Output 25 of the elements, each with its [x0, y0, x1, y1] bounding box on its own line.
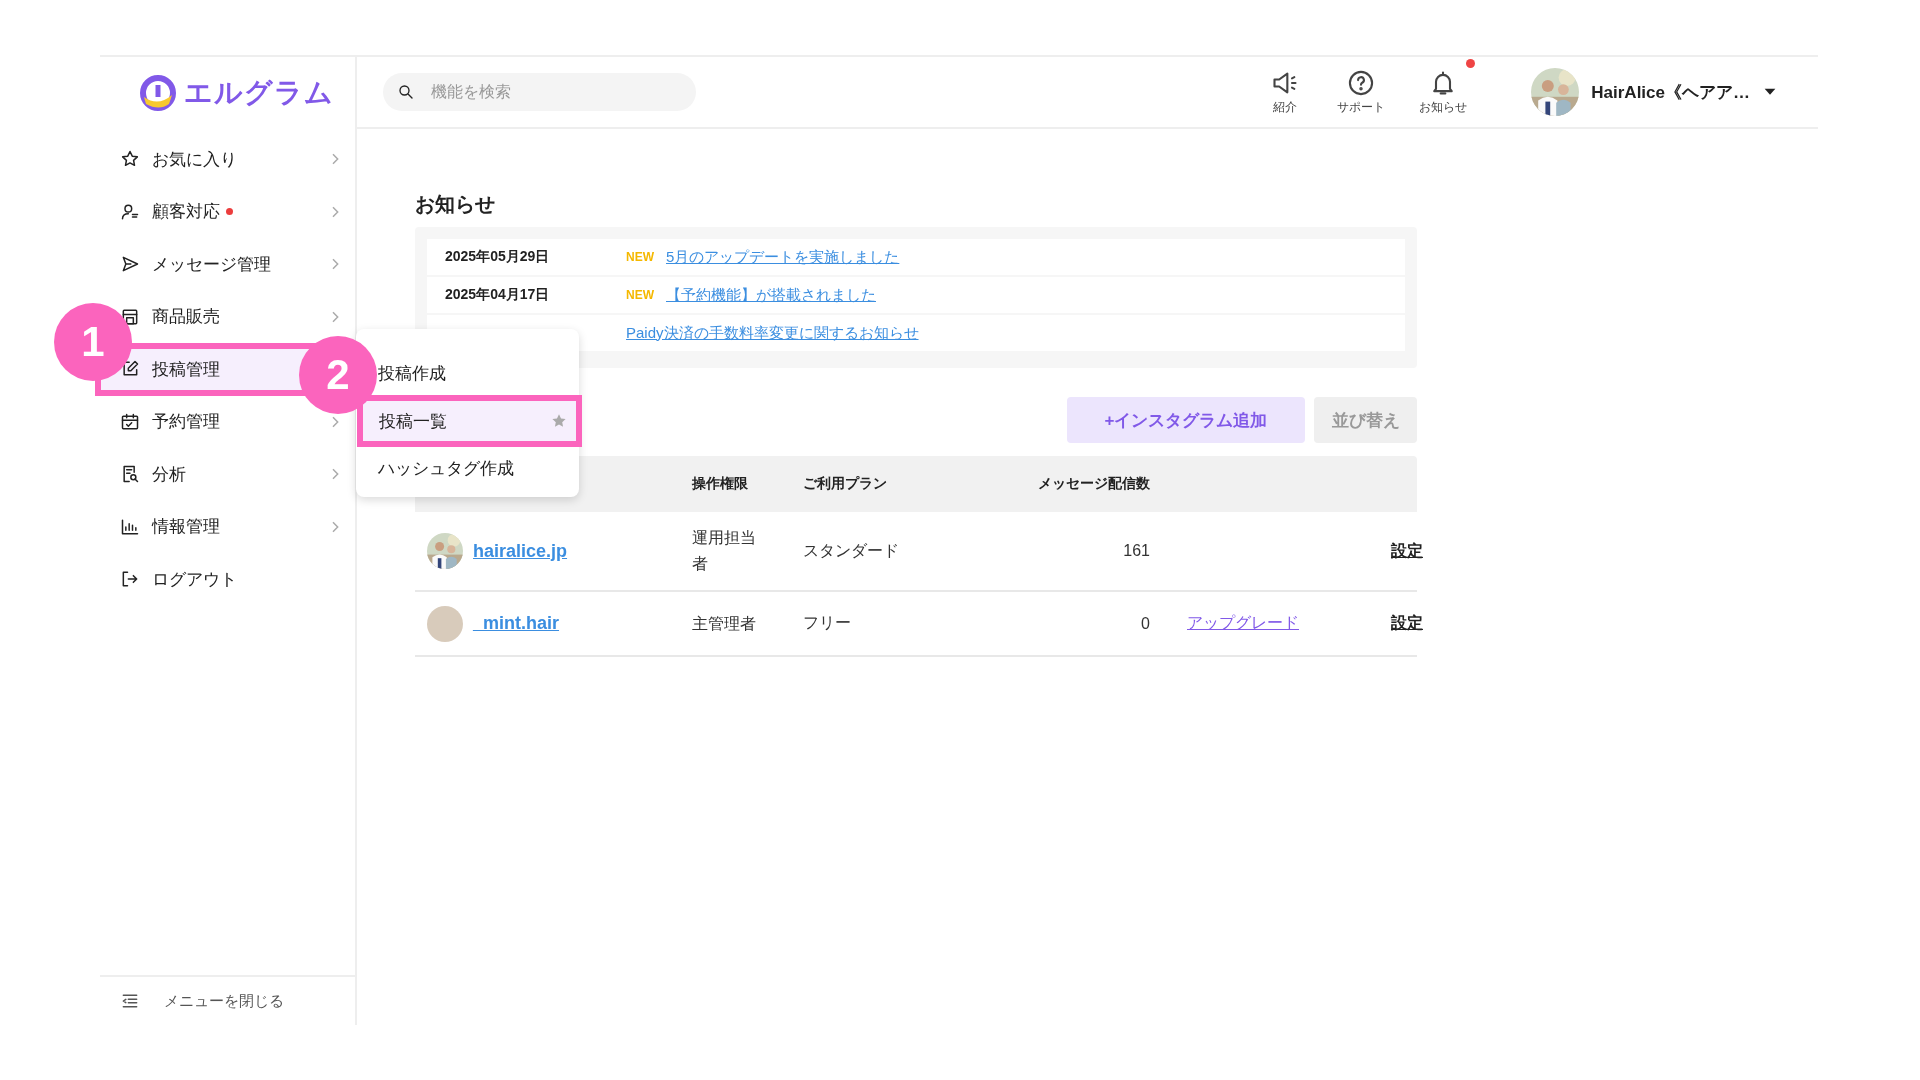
table-cell-text: 運用担当者 [692, 528, 757, 574]
logo-text: エルグラム [184, 76, 334, 110]
section-title: お知らせ [415, 192, 496, 217]
table-cell-text: スタンダード [803, 540, 900, 561]
sidebar-item-label: 投稿管理 [152, 358, 220, 381]
sidebar-item-label: 予約管理 [152, 411, 220, 434]
sidebar-item-label: 情報管理 [152, 516, 220, 539]
table-cell-text: 主管理者 [692, 613, 757, 634]
sidebar-item-label: 分析 [152, 463, 186, 486]
sidebar-item-label: メッセージ管理 [152, 253, 271, 276]
news-date: 2025年05月29日 [445, 248, 551, 266]
table-cell-text: フリー [803, 613, 852, 633]
news-date: 2025年04月17日 [445, 286, 551, 304]
table-cell-text: 161 [1122, 542, 1150, 560]
sidebar-item-label: お気に入り [152, 148, 237, 171]
sidebar-item-label: 顧客対応 [152, 201, 220, 224]
sidebar-item-label: ログアウト [152, 568, 237, 591]
sidebar-item-label: 商品販売 [152, 306, 220, 329]
column-header: ご利用プラン [803, 475, 888, 493]
column-header: メッセージ配信数 [1037, 475, 1150, 493]
column-header: 操作権限 [692, 475, 749, 493]
table-cell-text: 0 [1140, 614, 1150, 633]
new-label: NEW [626, 288, 654, 302]
step-callout-tooltip: 1 [54, 303, 132, 381]
new-label: NEW [626, 250, 654, 264]
